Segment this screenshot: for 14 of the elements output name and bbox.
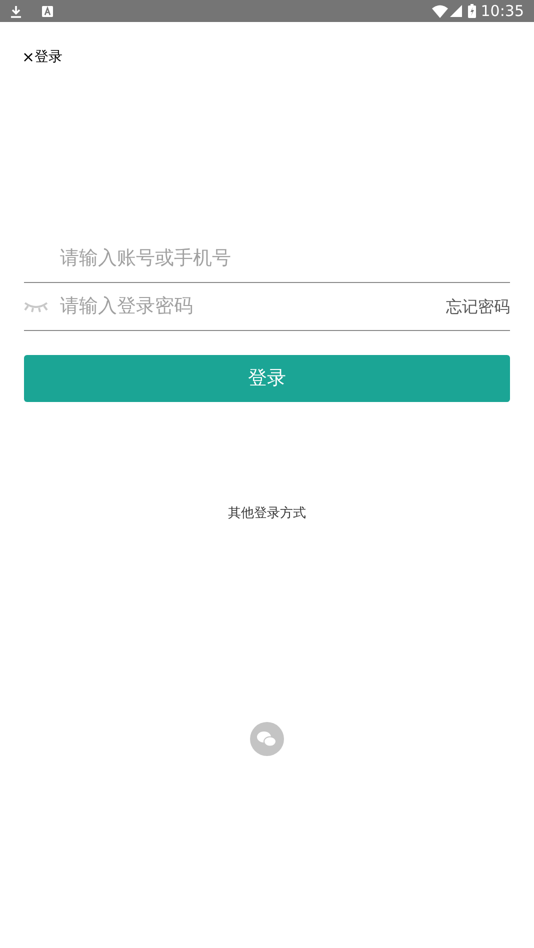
signal-icon <box>450 5 462 17</box>
app-notification-icon <box>42 6 53 16</box>
wifi-icon <box>432 4 448 18</box>
closed-eye-icon[interactable] <box>24 300 48 312</box>
forgot-password-link[interactable]: 忘记密码 <box>446 294 510 318</box>
download-icon <box>10 4 22 18</box>
account-field[interactable]: 请输入账号或手机号 <box>60 244 510 273</box>
close-button[interactable]: × <box>22 50 35 64</box>
clock-time: 10:35 <box>480 4 524 18</box>
password-field[interactable]: 请输入登录密码 <box>60 292 446 321</box>
battery-icon <box>468 4 476 18</box>
chat-bubbles-icon[interactable] <box>250 722 284 756</box>
page-title: 登录 <box>34 50 63 64</box>
other-login-label: 其他登录方式 <box>228 505 306 523</box>
